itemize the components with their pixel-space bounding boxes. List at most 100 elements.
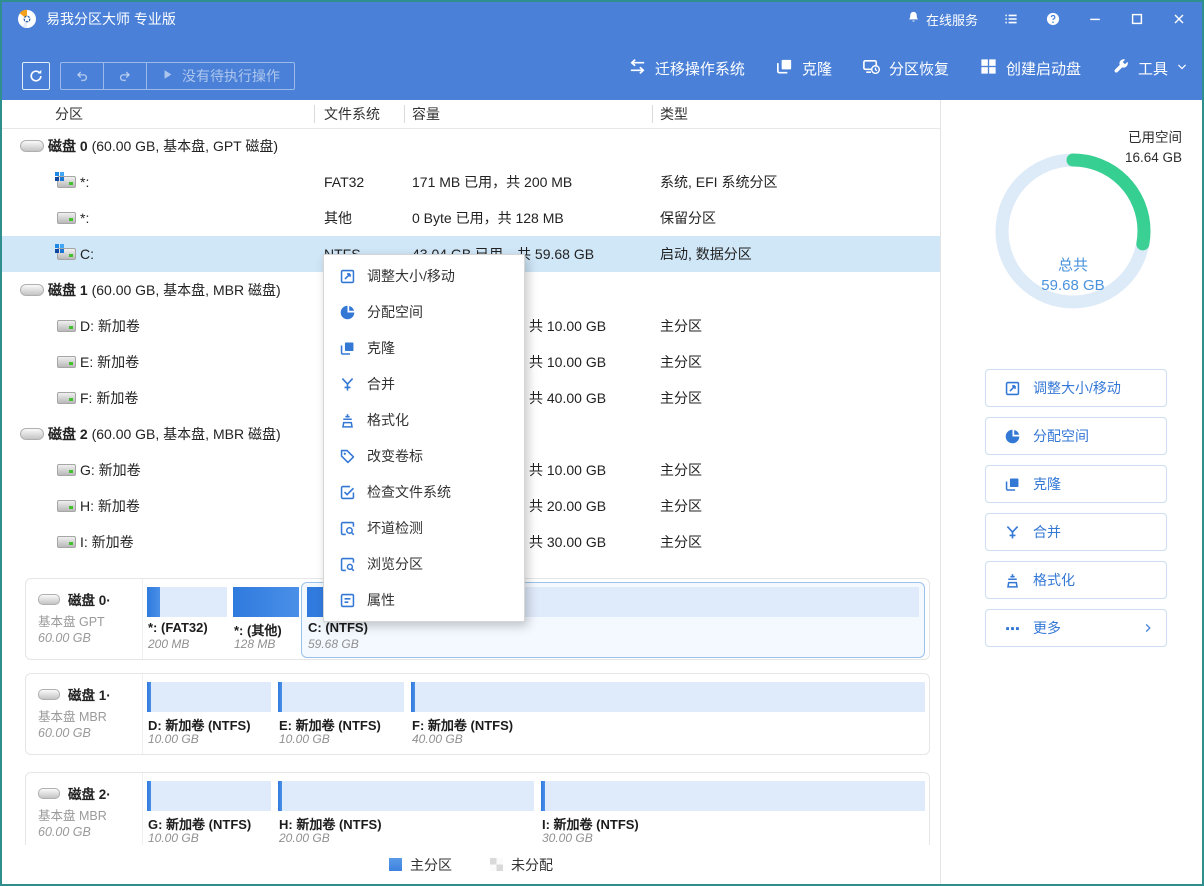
operation-list-icon[interactable]: [1002, 10, 1020, 28]
toolbar-clone-button[interactable]: 克隆: [775, 57, 832, 80]
right-panel: 已用空间 16.64 GB 总共 59.68 GB 调整大小/移动 分配空间 克隆合…: [940, 100, 1202, 884]
menu-item-label: 检查文件系统: [367, 484, 451, 500]
disk-icon: [38, 787, 60, 799]
format-icon: [339, 412, 356, 429]
drive-led: [69, 542, 73, 545]
drive-led: [69, 362, 73, 365]
partition-block-size: 200 MB: [148, 637, 190, 651]
table-row-partition[interactable]: *: 其他 0 Byte 已用，共 128 MB 保留分区: [2, 200, 940, 236]
toolbar-partition-recovery-button[interactable]: 分区恢复: [862, 57, 949, 80]
undo-button[interactable]: [61, 63, 104, 89]
partition-type: 系统, EFI 系统分区: [660, 174, 778, 190]
partition-capacity: 共 10.00 GB: [529, 462, 607, 478]
online-service-button[interactable]: 在线服务: [906, 10, 978, 29]
clone-icon: [775, 57, 794, 80]
bad-sector-icon: [339, 520, 356, 537]
menu-item-merge[interactable]: 合并: [324, 366, 524, 402]
disk-map-name: 磁盘 1·: [68, 688, 111, 703]
app-logo-icon: [16, 8, 38, 30]
partition-block-size: 59.68 GB: [308, 637, 359, 651]
partition-label: H: 新加卷: [80, 498, 140, 514]
partition-block-size: 30.00 GB: [542, 831, 593, 845]
disk-map-info[interactable]: 磁盘 0· 基本盘 GPT 60.00 GB: [26, 579, 143, 659]
disk-map-panel: 磁盘 1· 基本盘 MBR 60.00 GB D: 新加卷 (NTFS) 10.…: [25, 673, 930, 755]
partition-icon: [57, 356, 76, 368]
partition-capacity: 171 MB 已用，共 200 MB: [412, 174, 573, 190]
partition-capacity: 共 10.00 GB: [529, 354, 607, 370]
menu-item-bad-sector[interactable]: 坏道检测: [324, 510, 524, 546]
action-button-more[interactable]: 更多: [985, 609, 1167, 647]
partition-capacity: 共 40.00 GB: [529, 390, 607, 406]
close-button[interactable]: [1170, 10, 1188, 28]
more-icon: [1004, 620, 1021, 637]
menu-item-label: 克隆: [367, 340, 395, 356]
execute-pending-button[interactable]: 没有待执行操作: [147, 63, 294, 89]
action-button-merge[interactable]: 合并: [985, 513, 1167, 551]
menu-item-resize-move[interactable]: 调整大小/移动: [324, 258, 524, 294]
toolbar-actions: 迁移操作系统 克隆 分区恢复 创建启动盘 工具: [628, 36, 1188, 100]
legend-bar: 主分区 未分配: [2, 845, 940, 884]
redo-button[interactable]: [104, 63, 147, 89]
partition-block[interactable]: F: 新加卷 (NTFS) 40.00 GB: [411, 674, 925, 754]
action-button-allocate-space[interactable]: 分配空间: [985, 417, 1167, 455]
partition-block[interactable]: *: (其他) 128 MB: [233, 579, 299, 659]
partition-block-size: 128 MB: [234, 637, 276, 651]
partition-type: 保留分区: [660, 210, 716, 226]
refresh-button[interactable]: [22, 62, 50, 90]
partition-block[interactable]: *: (FAT32) 200 MB: [147, 579, 227, 659]
resize-move-icon: [1004, 380, 1021, 397]
partition-block-label: C: (NTFS): [308, 620, 368, 635]
toolbar-migrate-os-button[interactable]: 迁移操作系统: [628, 57, 745, 80]
menu-item-allocate-space[interactable]: 分配空间: [324, 294, 524, 330]
disk-map-name: 磁盘 2·: [68, 787, 111, 802]
partition-icon: [55, 172, 76, 188]
partition-block[interactable]: E: 新加卷 (NTFS) 10.00 GB: [278, 674, 404, 754]
disk-icon: [20, 140, 44, 152]
partition-block-size: 10.00 GB: [279, 732, 330, 746]
partition-label: *:: [80, 174, 90, 190]
menu-item-change-label[interactable]: 改变卷标: [324, 438, 524, 474]
partition-type: 主分区: [660, 318, 702, 334]
menu-item-properties[interactable]: 属性: [324, 582, 524, 618]
merge-icon: [1004, 524, 1021, 541]
table-row-disk[interactable]: 磁盘 0 (60.00 GB, 基本盘, GPT 磁盘): [2, 128, 940, 164]
action-button-format[interactable]: 格式化: [985, 561, 1167, 599]
partition-filesystem: FAT32: [324, 174, 365, 190]
menu-item-check-filesystem[interactable]: 检查文件系统: [324, 474, 524, 510]
clone-icon: [1004, 476, 1021, 493]
disk-map-info[interactable]: 磁盘 2· 基本盘 MBR 60.00 GB: [26, 773, 143, 853]
disk-name: 磁盘 0 (60.00 GB, 基本盘, GPT 磁盘): [48, 138, 279, 154]
resize-move-icon: [339, 268, 356, 285]
partition-block[interactable]: G: 新加卷 (NTFS) 10.00 GB: [147, 773, 271, 853]
menu-item-label: 坏道检测: [367, 520, 423, 536]
toolbar-tools-button[interactable]: 工具: [1111, 57, 1188, 80]
maximize-button[interactable]: [1128, 10, 1146, 28]
partition-usage-bar: [233, 587, 299, 617]
migrate-os-icon: [628, 57, 647, 80]
menu-item-clone[interactable]: 克隆: [324, 330, 524, 366]
help-icon[interactable]: [1044, 10, 1062, 28]
partition-label: G: 新加卷: [80, 462, 141, 478]
drive-led: [69, 218, 73, 221]
menu-item-format[interactable]: 格式化: [324, 402, 524, 438]
partition-filesystem: 其他: [324, 210, 352, 226]
partition-block[interactable]: I: 新加卷 (NTFS) 30.00 GB: [541, 773, 925, 853]
partition-block[interactable]: H: 新加卷 (NTFS) 20.00 GB: [278, 773, 534, 853]
disk-map-name: 磁盘 0·: [68, 593, 111, 608]
action-button-resize-move[interactable]: 调整大小/移动: [985, 369, 1167, 407]
header-partition: 分区: [55, 106, 83, 122]
action-button-clone[interactable]: 克隆: [985, 465, 1167, 503]
minimize-button[interactable]: [1086, 10, 1104, 28]
disk-map-info[interactable]: 磁盘 1· 基本盘 MBR 60.00 GB: [26, 674, 143, 754]
header-divider: [652, 105, 653, 123]
menu-item-label: 浏览分区: [367, 556, 423, 572]
partition-label: E: 新加卷: [80, 354, 140, 370]
table-row-partition[interactable]: *: FAT32 171 MB 已用，共 200 MB 系统, EFI 系统分区: [2, 164, 940, 200]
partition-block[interactable]: D: 新加卷 (NTFS) 10.00 GB: [147, 674, 271, 754]
partition-icon: [57, 500, 76, 512]
toolbar-bootable-disk-button[interactable]: 创建启动盘: [979, 57, 1081, 80]
table-header: 分区 文件系统 容量 类型: [2, 100, 940, 129]
drive-led: [69, 398, 73, 401]
disk-map-size: 60.00 GB: [38, 825, 91, 839]
menu-item-browse-partition[interactable]: 浏览分区: [324, 546, 524, 582]
